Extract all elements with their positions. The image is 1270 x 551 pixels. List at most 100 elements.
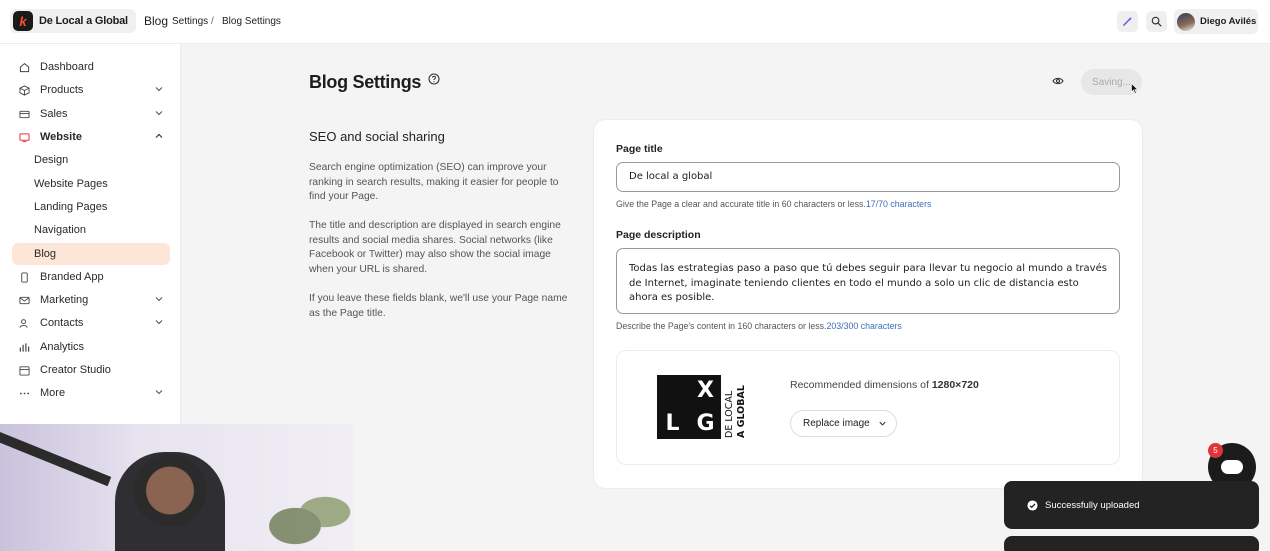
sidebar-item-website-pages[interactable]: Website Pages (12, 173, 170, 195)
chevron-down-icon (155, 320, 163, 325)
chat-unread-badge: 5 (1208, 443, 1223, 458)
recommended-dimensions: Recommended dimensions of 1280×720 (790, 379, 979, 391)
sidebar-item-dashboard[interactable]: Dashboard (12, 56, 170, 78)
social-description: The title and description are displayed … (309, 220, 561, 275)
webcam-overlay (0, 424, 353, 551)
sidebar-item-website[interactable]: Website (12, 126, 170, 148)
sidebar-item-label: Products (40, 84, 84, 96)
presenter-video (115, 452, 225, 551)
chevron-up-icon (155, 133, 163, 138)
user-menu[interactable]: Diego Avilés (1174, 9, 1258, 34)
analytics-icon (18, 341, 30, 353)
toast-message: Successfully uploaded (1045, 499, 1140, 511)
sidebar-item-label: Blog (34, 248, 57, 260)
sidebar-item-analytics[interactable]: Analytics (12, 336, 170, 358)
breadcrumb-settings[interactable]: Settings (172, 16, 208, 27)
calendar-icon (18, 364, 30, 376)
logo-letter-l: L (657, 408, 688, 439)
sidebar-item-label: Creator Studio (40, 364, 111, 376)
upload-toast: Successfully uploaded (1004, 481, 1259, 529)
mic-arm (0, 432, 112, 487)
sidebar-item-creator-studio[interactable]: Creator Studio (12, 359, 170, 381)
sidebar-item-label: Landing Pages (34, 201, 108, 213)
background-plant (255, 484, 353, 551)
logo-line-1: DE LOCAL (724, 390, 735, 438)
page-title-input[interactable]: De local a global (616, 162, 1120, 192)
sidebar-item-label: Website Pages (34, 178, 108, 190)
sidebar-item-design[interactable]: Design (12, 149, 170, 171)
preview-button[interactable] (1048, 72, 1068, 90)
chevron-down-icon (155, 390, 163, 395)
page-description-textarea[interactable]: Todas las estrategias paso a paso que tú… (616, 248, 1120, 314)
help-icon[interactable] (428, 73, 440, 85)
sidebar-item-navigation[interactable]: Navigation (12, 219, 170, 241)
seo-description: Search engine optimization (SEO) can imp… (309, 162, 559, 203)
logo-letter-g: G (690, 408, 721, 439)
logo-line-2: A GLOBAL (736, 385, 747, 438)
ai-sparkle-button[interactable] (1117, 11, 1138, 32)
sidebar-item-label: Marketing (40, 294, 89, 306)
logo-cell-blank (657, 375, 688, 406)
breadcrumb-current: Blog Settings (222, 16, 281, 27)
hint-text: Give the Page a clear and accurate title… (616, 199, 866, 209)
recommended-prefix: Recommended dimensions of (790, 379, 932, 391)
sidebar-item-landing-pages[interactable]: Landing Pages (12, 196, 170, 218)
recommended-value: 1280×720 (931, 379, 979, 391)
sidebar-item-label: Navigation (34, 224, 86, 236)
sidebar-item-label: Contacts (40, 317, 84, 329)
sidebar-item-sales[interactable]: Sales (12, 103, 170, 125)
mail-icon (18, 294, 30, 306)
section-heading: SEO and social sharing (309, 129, 445, 144)
dots-icon (18, 387, 30, 399)
sidebar-item-label: More (40, 387, 66, 399)
sidebar-item-blog[interactable]: Blog (12, 243, 170, 265)
page-title-label: Page title (616, 143, 663, 155)
search-button[interactable] (1146, 11, 1167, 32)
eye-icon (1052, 77, 1064, 85)
avatar (1177, 12, 1195, 31)
sidebar-item-branded-app[interactable]: Branded App (12, 266, 170, 288)
sales-icon (18, 108, 30, 120)
contacts-icon (18, 317, 30, 329)
logo-letter-x: X (690, 375, 721, 406)
page-title: Blog Settings (309, 72, 422, 92)
sidebar: Dashboard Products Sales Website Design … (0, 44, 181, 424)
hint-text: Describe the Page's content in 160 chara… (616, 321, 827, 331)
sidebar-item-contacts[interactable]: Contacts (12, 312, 170, 334)
character-count: 203/300 characters (826, 321, 902, 331)
social-image-logo: X L G (657, 375, 721, 439)
page-description-hint: Describe the Page's content in 160 chara… (616, 321, 902, 331)
logo-vertical-text: DE LOCAL A GLOBAL (723, 378, 751, 438)
store-logo-icon: k (13, 11, 33, 31)
sidebar-item-label: Analytics (40, 341, 85, 353)
sidebar-item-label: Branded App (40, 271, 104, 283)
store-name: De Local a Global (39, 15, 128, 27)
sidebar-item-products[interactable]: Products (12, 79, 170, 101)
home-icon (18, 61, 30, 73)
sidebar-item-more[interactable]: More (12, 382, 170, 404)
website-icon (18, 131, 30, 143)
user-name: Diego Avilés (1200, 16, 1257, 27)
chevron-down-icon (879, 421, 886, 426)
replace-image-button[interactable]: Replace image (790, 410, 897, 437)
chevron-down-icon (155, 87, 163, 92)
chevron-down-icon (155, 111, 163, 116)
top-bar: k De Local a Global Blog Settings / Blog… (0, 0, 1270, 44)
sparkle-icon (1123, 16, 1133, 26)
box-icon (18, 84, 30, 96)
replace-image-label: Replace image (803, 418, 870, 429)
breadcrumb-root[interactable]: Blog (144, 14, 168, 28)
chevron-down-icon (155, 297, 163, 302)
sidebar-item-label: Dashboard (40, 61, 94, 73)
search-icon (1151, 16, 1162, 27)
page-description-label: Page description (616, 229, 701, 241)
secondary-toast (1004, 536, 1259, 551)
store-switcher[interactable]: k De Local a Global (10, 9, 136, 33)
blank-fields-note: If you leave these fields blank, we'll u… (309, 293, 568, 319)
character-count: 17/70 characters (865, 199, 932, 209)
sidebar-item-marketing[interactable]: Marketing (12, 289, 170, 311)
chat-icon (1221, 460, 1243, 474)
check-circle-icon (1027, 499, 1038, 511)
sidebar-item-label: Design (34, 154, 69, 166)
breadcrumb-separator: / (211, 16, 214, 27)
